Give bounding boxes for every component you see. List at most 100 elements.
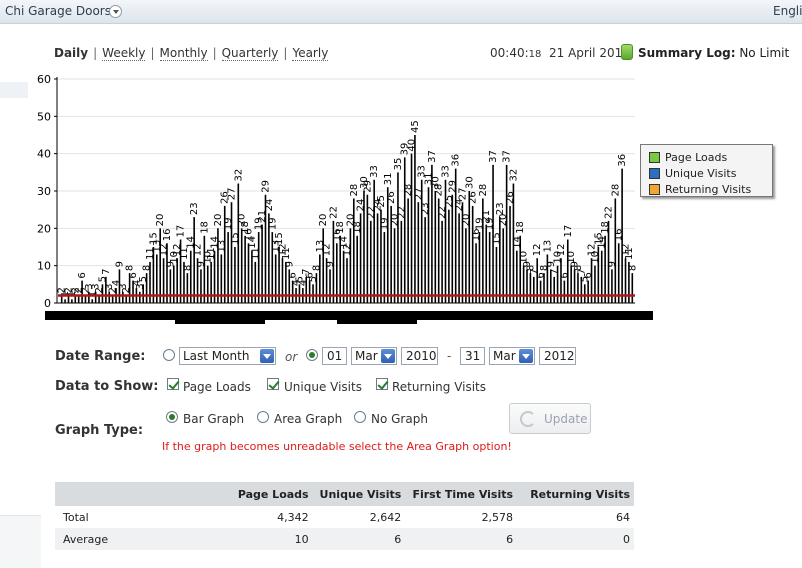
- data-label: 20: [498, 214, 509, 227]
- data-label: 18: [199, 221, 210, 234]
- clock-time: 00:40:: [490, 46, 529, 60]
- y-tick-label: 10: [37, 260, 51, 273]
- data-label: 28: [478, 184, 489, 197]
- data-label: 31: [383, 173, 394, 186]
- x-tick-labels-overlap: [337, 319, 417, 324]
- legend-item-unique-visits: Unique Visits: [649, 165, 772, 181]
- custom-range-radio[interactable]: [306, 349, 318, 361]
- y-tick-label: 60: [37, 73, 51, 86]
- table-cell: 6: [407, 528, 526, 550]
- tab-weekly[interactable]: Weekly: [102, 46, 146, 61]
- bar-graph-option-label[interactable]: Bar Graph: [183, 412, 244, 426]
- data-label: 6: [583, 272, 594, 278]
- range-dash: -: [447, 349, 452, 363]
- returning-visits-option-label[interactable]: Returning Visits: [392, 380, 486, 394]
- table-header-row: Page Loads Unique Visits First Time Visi…: [55, 482, 634, 506]
- data-label: 40: [407, 139, 418, 152]
- summary-log-label: Summary Log:: [638, 46, 736, 60]
- data-label: 8: [627, 265, 638, 271]
- data-label: 27: [413, 187, 424, 200]
- data-label: 13: [542, 240, 553, 253]
- data-label: 11: [624, 247, 635, 260]
- tab-quarterly[interactable]: Quarterly: [221, 46, 279, 61]
- data-label: 17: [176, 225, 187, 238]
- graph-warning-text: If the graph becomes unreadable select t…: [162, 440, 512, 453]
- data-label: 45: [410, 120, 421, 133]
- data-label: 8: [142, 265, 153, 271]
- data-label: 35: [393, 158, 404, 171]
- to-year-field[interactable]: 2012: [539, 347, 576, 365]
- no-graph-radio[interactable]: [354, 411, 366, 423]
- unique-visits-option-label[interactable]: Unique Visits: [284, 380, 362, 394]
- page-loads-option-label[interactable]: Page Loads: [183, 380, 251, 394]
- data-label: 28: [434, 184, 445, 197]
- data-label: 17: [563, 225, 574, 238]
- data-label: 26: [505, 191, 516, 204]
- chart-legend: Page Loads Unique Visits Returning Visit…: [640, 144, 773, 197]
- data-label: 14: [597, 236, 608, 249]
- from-day-field[interactable]: 01: [322, 347, 347, 365]
- table-cell: Total: [63, 510, 89, 524]
- language-selector[interactable]: English: [773, 4, 802, 18]
- refresh-icon: [520, 411, 536, 427]
- data-label: 3: [135, 283, 146, 289]
- table-cell: 10: [233, 528, 315, 550]
- tab-daily[interactable]: Daily: [54, 46, 88, 60]
- data-label: 36: [617, 154, 628, 167]
- legend-swatch: [649, 151, 660, 163]
- data-label: 37: [427, 150, 438, 163]
- chevron-down-icon: [260, 349, 274, 363]
- from-month-select[interactable]: Mar: [351, 347, 397, 365]
- data-label: 18: [515, 221, 526, 234]
- summary-log: Summary Log: No Limit: [638, 46, 789, 60]
- data-label: 16: [162, 229, 173, 242]
- data-label: 9: [325, 261, 336, 267]
- area-graph-radio[interactable]: [257, 411, 269, 423]
- legend-item-page-loads: Page Loads: [649, 149, 772, 165]
- data-label: 29: [260, 180, 271, 193]
- table-cell: 0: [525, 528, 634, 550]
- preset-range-value: Last Month: [183, 349, 250, 363]
- table-header: Unique Visits: [314, 482, 408, 506]
- data-label: 30: [464, 176, 475, 189]
- area-graph-option-label[interactable]: Area Graph: [274, 412, 342, 426]
- no-graph-option-label[interactable]: No Graph: [371, 412, 428, 426]
- data-label: 22: [328, 206, 339, 219]
- returning-visits-checkbox[interactable]: [376, 378, 388, 390]
- data-label: 6: [536, 272, 547, 278]
- data-label: 18: [600, 221, 611, 234]
- table-header: Returning Visits: [525, 482, 634, 506]
- preset-range-select[interactable]: Last Month: [179, 347, 276, 365]
- data-label: 19: [485, 217, 496, 230]
- to-month-select[interactable]: Mar: [489, 347, 535, 365]
- legend-swatch: [649, 183, 660, 195]
- preset-range-radio[interactable]: [163, 349, 175, 361]
- data-label: 19: [267, 217, 278, 230]
- chevron-down-icon: [381, 349, 395, 363]
- update-button[interactable]: Update: [509, 403, 591, 434]
- date-range-label: Date Range:: [55, 349, 146, 364]
- data-label: 12: [342, 243, 353, 256]
- y-tick-label: 30: [37, 185, 51, 198]
- y-tick-label: 40: [37, 148, 51, 161]
- bar-graph-radio[interactable]: [166, 411, 178, 423]
- table-cell: Average: [55, 528, 233, 550]
- data-label: 15: [274, 232, 285, 245]
- data-label: 5: [138, 276, 149, 282]
- tab-yearly[interactable]: Yearly: [292, 46, 329, 61]
- data-label: 11: [250, 247, 261, 260]
- data-to-show-label: Data to Show:: [55, 379, 159, 394]
- table-cell: 64: [616, 510, 630, 524]
- from-month-value: Mar: [355, 349, 378, 363]
- chevron-down-icon[interactable]: [109, 5, 122, 18]
- unique-visits-checkbox[interactable]: [267, 378, 279, 390]
- site-name[interactable]: Chi Garage Doors: [5, 4, 111, 18]
- tab-monthly[interactable]: Monthly: [159, 46, 208, 61]
- data-label: 12: [322, 243, 333, 256]
- page-loads-checkbox[interactable]: [167, 378, 179, 390]
- to-month-value: Mar: [493, 349, 516, 363]
- to-day-field[interactable]: 31: [460, 347, 485, 365]
- data-label: 22: [604, 206, 615, 219]
- data-label: 24: [264, 199, 275, 212]
- from-year-field[interactable]: 2010: [401, 347, 438, 365]
